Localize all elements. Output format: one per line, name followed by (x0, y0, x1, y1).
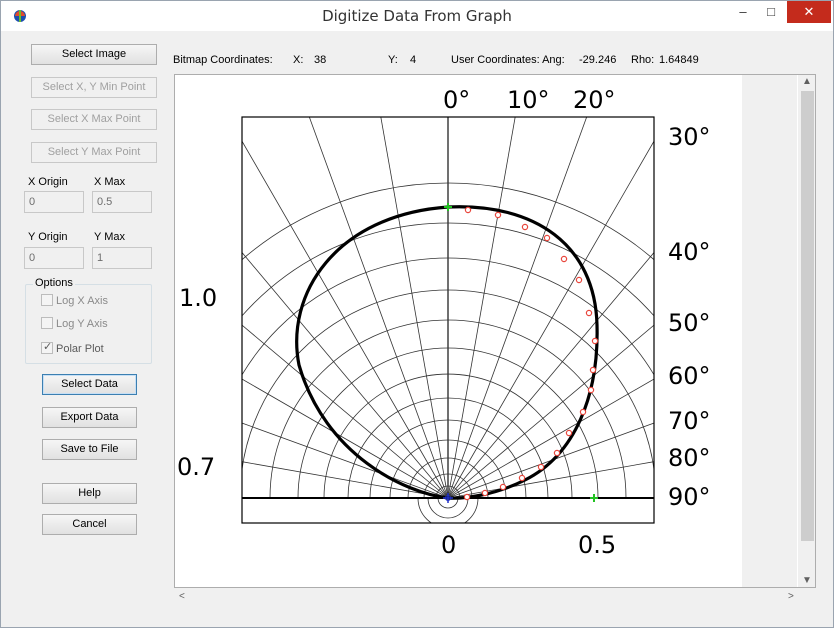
save-to-file-button[interactable]: Save to File (42, 439, 137, 460)
calibration-marker (444, 203, 452, 211)
cancel-button[interactable]: Cancel (42, 514, 137, 535)
bitmap-x-label: X: (293, 54, 304, 66)
intensity-curve (295, 205, 599, 500)
maximize-button[interactable]: □ (757, 1, 785, 23)
export-data-button[interactable]: Export Data (42, 407, 137, 428)
title-bar: Digitize Data From Graph – □ ✕ (1, 1, 833, 31)
dialog-window: Digitize Data From Graph – □ ✕ Select Im… (0, 0, 834, 628)
data-point-marker (537, 463, 545, 471)
polar-plot-label: Polar Plot (56, 343, 104, 355)
graph-image-canvas[interactable]: 0° 10° 20° 30° 40° 50° 60° 70° 80° 90° 1… (174, 74, 816, 588)
select-y-max-button[interactable]: Select Y Max Point (31, 142, 157, 163)
data-point-marker (585, 309, 593, 317)
scroll-left-arrow[interactable]: < (179, 591, 185, 602)
x-origin-field[interactable]: 0 (24, 191, 84, 213)
scroll-up-arrow[interactable]: ▲ (802, 76, 812, 87)
data-point-marker (494, 211, 502, 219)
grid-spoke (242, 378, 449, 499)
window-title: Digitize Data From Graph (322, 7, 512, 25)
scroll-down-arrow[interactable]: ▼ (802, 575, 812, 586)
data-point-marker (518, 474, 526, 482)
bitmap-x-value: 38 (314, 54, 327, 66)
right-angle-label: 30° (668, 123, 711, 151)
data-point-marker (463, 493, 471, 501)
options-legend: Options (33, 277, 75, 289)
grid-spoke (447, 117, 516, 499)
right-angle-label: 80° (668, 444, 711, 472)
data-point-marker (521, 223, 529, 231)
bitmap-coords-label: Bitmap Coordinates: (173, 54, 273, 66)
right-angle-label: 70° (668, 407, 711, 435)
horizontal-scrollbar[interactable] (175, 589, 798, 606)
top-angle-label: 10° (507, 86, 550, 114)
checkbox-box[interactable] (41, 340, 53, 354)
scroll-right-arrow[interactable]: > (788, 591, 794, 602)
bottom-radius-label: 0.5 (578, 531, 616, 559)
polar-graph-image[interactable]: 0° 10° 20° 30° 40° 50° 60° 70° 80° 90° 1… (175, 75, 816, 588)
data-point-marker (464, 206, 472, 214)
y-max-label: Y Max (94, 231, 125, 243)
top-angle-label: 0° (443, 86, 470, 114)
origin-marker (443, 493, 453, 503)
user-coords-label: User Coordinates: Ang: (451, 54, 565, 66)
data-point-marker (499, 483, 507, 491)
data-point-marker (553, 449, 561, 457)
left-radius-label: 0.7 (177, 453, 215, 481)
checkbox-box[interactable] (41, 294, 53, 306)
right-angle-label: 40° (668, 238, 711, 266)
log-x-label: Log X Axis (56, 295, 108, 307)
top-angle-label: 20° (573, 86, 616, 114)
bottom-radius-label: 0 (441, 531, 456, 559)
right-angle-label: 60° (668, 362, 711, 390)
data-point-marker (481, 489, 489, 497)
grid-ring (242, 222, 654, 317)
log-x-checkbox[interactable]: Log X Axis (41, 294, 108, 307)
data-point-marker (589, 366, 597, 374)
select-min-point-button[interactable]: Select X, Y Min Point (31, 77, 157, 98)
data-point-marker (575, 276, 583, 284)
calibration-marker (590, 494, 598, 502)
data-point-marker (560, 255, 568, 263)
help-button[interactable]: Help (42, 483, 137, 504)
log-y-checkbox[interactable]: Log Y Axis (41, 317, 108, 330)
y-origin-label: Y Origin (28, 231, 68, 243)
x-max-label: X Max (94, 176, 126, 188)
select-image-button[interactable]: Select Image (31, 44, 157, 65)
x-origin-label: X Origin (28, 176, 68, 188)
close-button[interactable]: ✕ (787, 1, 831, 23)
vertical-scroll-thumb[interactable] (801, 91, 814, 541)
left-radius-label: 1.0 (179, 284, 217, 312)
data-point-marker (579, 408, 587, 416)
rho-value: 1.64849 (659, 54, 699, 66)
right-angle-label: 50° (668, 309, 711, 337)
data-point-marker (543, 234, 551, 242)
checkbox-box[interactable] (41, 317, 53, 329)
minimize-button[interactable]: – (729, 1, 757, 23)
y-max-field[interactable]: 1 (92, 247, 152, 269)
data-point-marker (565, 429, 573, 437)
select-data-button[interactable]: Select Data (42, 374, 137, 395)
log-y-label: Log Y Axis (56, 318, 108, 330)
y-origin-field[interactable]: 0 (24, 247, 84, 269)
angle-value: -29.246 (579, 54, 617, 66)
grid-spoke (380, 117, 449, 499)
bitmap-y-value: 4 (410, 54, 417, 66)
data-point-marker (591, 337, 599, 345)
x-max-field[interactable]: 0.5 (92, 191, 152, 213)
data-point-marker (587, 386, 595, 394)
rho-label: Rho: (631, 54, 655, 66)
grid-spoke (308, 117, 449, 499)
right-angle-label: 90° (668, 483, 711, 511)
canvas-margin (742, 75, 797, 587)
select-x-max-button[interactable]: Select X Max Point (31, 109, 157, 130)
polar-plot-checkbox[interactable]: Polar Plot (41, 340, 104, 355)
bitmap-y-label: Y: (388, 54, 398, 66)
